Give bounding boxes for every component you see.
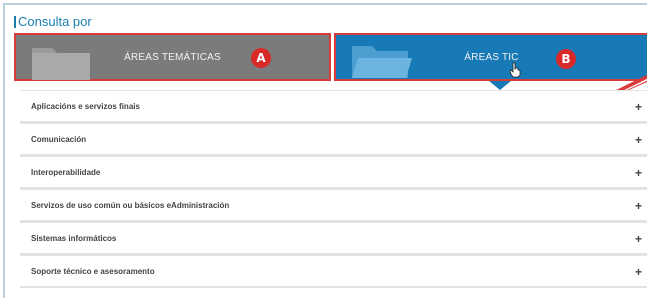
list-item-label: Aplicacións e servizos finais — [31, 101, 140, 111]
marker-a-badge: A — [251, 48, 271, 68]
list-item[interactable]: Aplicacións e servizos finais + — [20, 90, 647, 123]
hand-cursor-icon — [509, 62, 521, 78]
expand-plus-icon[interactable]: + — [635, 265, 642, 279]
expand-plus-icon[interactable]: + — [635, 199, 642, 213]
list-item[interactable]: Soporte técnico e asesoramento + — [20, 255, 647, 288]
tab-areas-tematicas[interactable]: ÁREAS TEMÁTICAS A — [14, 33, 331, 81]
expand-plus-icon[interactable]: + — [635, 133, 642, 147]
tab-areas-tic-label: ÁREAS TIC — [464, 51, 519, 63]
tab-areas-tematicas-label: ÁREAS TEMÁTICAS — [124, 51, 221, 63]
expand-plus-icon[interactable]: + — [635, 232, 642, 246]
section-title-text: Consulta por — [18, 14, 92, 29]
expand-plus-icon[interactable]: + — [635, 100, 642, 114]
list-item[interactable]: Interoperabilidade + — [20, 156, 647, 189]
list-item[interactable]: Comunicación + — [20, 123, 647, 156]
tabs-row: ÁREAS TEMÁTICAS A ÁREAS TIC B — [14, 33, 647, 99]
list-item-label: Interoperabilidade — [31, 167, 101, 177]
section-title: Consulta por — [14, 14, 92, 29]
list-item[interactable]: Servizos de uso común ou básicos eAdmini… — [20, 189, 647, 222]
marker-b-badge: B — [556, 49, 576, 69]
list-item-label: Soporte técnico e asesoramento — [31, 266, 155, 276]
list-item-label: Servizos de uso común ou básicos eAdmini… — [31, 200, 230, 210]
expand-plus-icon[interactable]: + — [635, 166, 642, 180]
list-item[interactable]: Sistemas informáticos + — [20, 222, 647, 255]
list-item-label: Sistemas informáticos — [31, 233, 117, 243]
title-accent-bar — [14, 15, 16, 28]
list-item-label: Comunicación — [31, 134, 87, 144]
areas-list: Aplicacións e servizos finais + Comunica… — [20, 90, 647, 288]
active-tab-notch — [489, 81, 511, 90]
